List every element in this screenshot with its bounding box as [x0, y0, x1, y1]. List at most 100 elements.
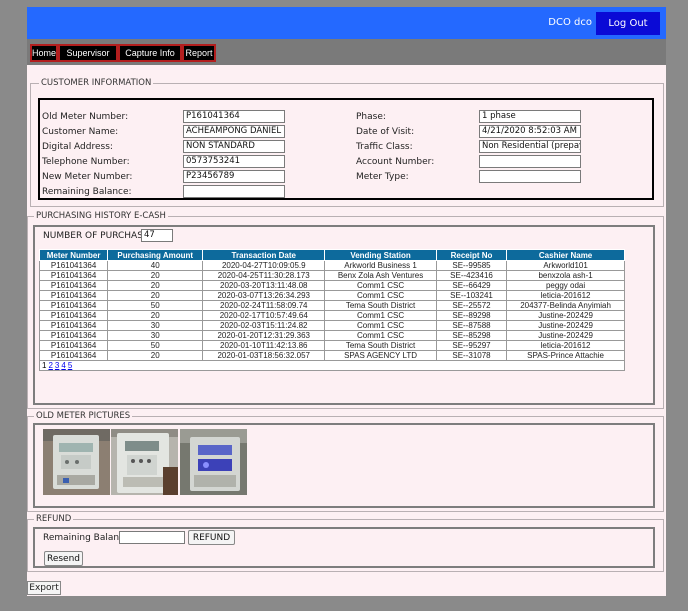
table-cell: P161041364: [38, 290, 109, 301]
table-cell: Benx Zola Ash Ventures: [324, 270, 437, 281]
table-cell: 20: [107, 310, 204, 321]
column-header: Cashier Name: [506, 249, 625, 261]
refund-balance-field[interactable]: [119, 531, 185, 544]
customer-info-legend: CUSTOMER INFORMATION: [39, 78, 154, 89]
resend-button[interactable]: Resend: [44, 551, 83, 566]
table-row: P161041364 30 2020-02-03T15:11:24.82 Comm1 …: [38, 320, 625, 331]
table-cell: Comm1 CSC: [324, 330, 437, 341]
digital-address-field[interactable]: NON STANDARD: [183, 140, 285, 153]
table-cell: P161041364: [38, 340, 109, 351]
page-link[interactable]: 4: [61, 361, 65, 370]
remaining-balance-field[interactable]: [183, 185, 285, 198]
table-cell: 2020-01-20T12:31:29.363: [202, 330, 326, 341]
table-cell: 2020-01-03T18:56:32.057: [202, 350, 326, 361]
table-cell: leticia-201612: [506, 340, 625, 351]
page-link[interactable]: 2: [48, 361, 52, 370]
table-cell: SE--87588: [435, 320, 508, 331]
column-header: Purchasing Amount: [107, 249, 204, 261]
old-meter-label: Old Meter Number:: [42, 112, 129, 122]
nav-capture-info[interactable]: Capture Info: [118, 44, 182, 62]
table-row: P161041364 50 2020-02-24T11:58:09.74 Tema S…: [38, 300, 625, 311]
old-meter-pictures-legend: OLD METER PICTURES: [34, 411, 133, 422]
table-cell: Comm1 CSC: [324, 290, 437, 301]
new-meter-label: New Meter Number:: [42, 172, 133, 182]
table-cell: 2020-03-20T13:11:48.08: [202, 280, 326, 291]
table-cell: SE--31078: [435, 350, 508, 361]
table-row: P161041364 20 2020-03-20T13:11:48.08 Comm1 …: [38, 280, 625, 291]
table-cell: 2020-01-10T11:42:13.86: [202, 340, 326, 351]
table-cell: SE--25572: [435, 300, 508, 311]
main-panel: CUSTOMER INFORMATION Old Meter Number: P…: [27, 65, 666, 596]
nav-report[interactable]: Report: [182, 44, 216, 62]
page-link[interactable]: 5: [68, 361, 72, 370]
table-cell: 30: [107, 320, 204, 331]
table-cell: 20: [107, 280, 204, 291]
table-row: P161041364 20 2020-01-03T18:56:32.057 SPAS …: [38, 350, 625, 361]
meter-photo-2[interactable]: [111, 429, 178, 495]
table-cell: Justine-202429: [506, 320, 625, 331]
table-cell: 40: [107, 260, 204, 271]
table-cell: P161041364: [38, 270, 109, 281]
purchase-count-field[interactable]: 47: [141, 229, 173, 242]
meter-photo-1[interactable]: [43, 429, 110, 495]
export-button[interactable]: Export: [27, 581, 61, 595]
table-cell: P161041364: [38, 280, 109, 291]
nav-supervisor[interactable]: Supervisor: [58, 44, 118, 62]
table-cell: leticia-201612: [506, 290, 625, 301]
table-cell: 204377-Belinda Anyimiah: [506, 300, 625, 311]
purchasing-history-legend: PURCHASING HISTORY E-CASH: [34, 211, 168, 222]
table-cell: Arkworld101: [506, 260, 625, 271]
table-cell: SPAS AGENCY LTD: [324, 350, 437, 361]
table-cell: P161041364: [38, 310, 109, 321]
phase-field[interactable]: 1 phase: [479, 110, 581, 123]
meter-type-label: Meter Type:: [356, 172, 409, 182]
table-cell: SE--99585: [435, 260, 508, 271]
page-link[interactable]: 1: [42, 361, 46, 370]
purchase-history-table: Meter Number Purchasing Amount Transaction…: [38, 249, 625, 371]
table-row: P161041364 30 2020-01-20T12:31:29.363 Comm1…: [38, 330, 625, 341]
logout-button[interactable]: Log Out: [596, 12, 660, 35]
page-link[interactable]: 3: [55, 361, 59, 370]
refund-button[interactable]: REFUND: [188, 530, 235, 545]
table-cell: 2020-02-24T11:58:09.74: [202, 300, 326, 311]
table-cell: Tema South District: [324, 340, 437, 351]
table-cell: benxzola ash-1: [506, 270, 625, 281]
user-label: DCO dco: [548, 17, 592, 28]
table-cell: 30: [107, 330, 204, 341]
table-cell: 2020-02-17T10:57:49.64: [202, 310, 326, 321]
table-cell: 20: [107, 350, 204, 361]
table-cell: SE--66429: [435, 280, 508, 291]
digital-address-label: Digital Address:: [42, 142, 113, 152]
telephone-field[interactable]: 0573753241: [183, 155, 285, 168]
table-cell: SE--85298: [435, 330, 508, 341]
old-meter-field[interactable]: P161041364: [183, 110, 285, 123]
table-cell: Tema South District: [324, 300, 437, 311]
refund-legend: REFUND: [34, 514, 74, 525]
table-cell: Comm1 CSC: [324, 310, 437, 321]
table-cell: 2020-04-25T11:30:28.173: [202, 270, 326, 281]
table-cell: Justine-202429: [506, 330, 625, 341]
account-number-field[interactable]: [479, 155, 581, 168]
meter-photo-3[interactable]: [180, 429, 247, 495]
column-header: Meter Number: [38, 249, 109, 261]
table-row: P161041364 40 2020-04-27T10:09:05.9 Arkworl…: [38, 260, 625, 271]
nav-home[interactable]: Home: [30, 44, 58, 62]
date-of-visit-field[interactable]: 4/21/2020 8:52:03 AM: [479, 125, 581, 138]
customer-name-field[interactable]: ACHEAMPONG DANIEL: [183, 125, 285, 138]
table-cell: P161041364: [38, 350, 109, 361]
traffic-class-field[interactable]: Non Residential (prepaym: [479, 140, 581, 153]
table-cell: P161041364: [38, 300, 109, 311]
table-cell: Comm1 CSC: [324, 320, 437, 331]
meter-type-field[interactable]: [479, 170, 581, 183]
table-cell: peggy odai: [506, 280, 625, 291]
table-cell: P161041364: [38, 320, 109, 331]
table-cell: SE--423416: [435, 270, 508, 281]
table-cell: 2020-02-03T15:11:24.82: [202, 320, 326, 331]
table-cell: P161041364: [38, 330, 109, 341]
telephone-label: Telephone Number:: [42, 157, 130, 167]
table-row: P161041364 20 2020-04-25T11:30:28.173 Benx …: [38, 270, 625, 281]
new-meter-field[interactable]: P23456789: [183, 170, 285, 183]
top-bar: DCO dco Log Out: [27, 7, 666, 39]
table-cell: 50: [107, 340, 204, 351]
table-cell: SE--103241: [435, 290, 508, 301]
